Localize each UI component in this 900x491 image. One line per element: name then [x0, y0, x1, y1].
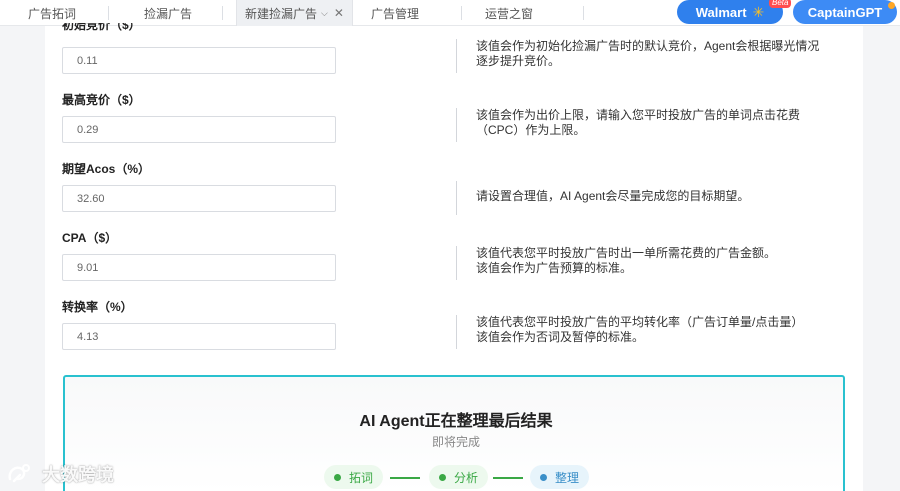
tab-label: 广告管理 — [371, 6, 420, 21]
ai-progress-panel: AI Agent正在整理最后结果 即将完成 拓词 分析 整理 — [63, 375, 845, 491]
step-connector — [493, 477, 523, 479]
captaingpt-button[interactable]: CaptainGPT — [793, 0, 897, 24]
target-acos-input[interactable]: 32.60 — [62, 185, 336, 212]
chevron-down-icon[interactable]: ⌵ — [321, 8, 328, 19]
tab-operations-window[interactable]: 运营之窗 — [485, 0, 533, 26]
conversion-rate-label: 转换率（%） — [62, 300, 133, 314]
progress-subtitle: 即将完成 — [431, 435, 480, 449]
tab-ad-management[interactable]: 广告管理 — [371, 0, 419, 26]
walmart-label: Walmart — [695, 4, 747, 20]
conversion-rate-input[interactable]: 4.13 — [62, 323, 336, 350]
max-bid-help: 该值会作为出价上限，请输入您平时投放广告的单词点击花费 （CPC）作为上限。 — [456, 108, 856, 142]
target-acos-label: 期望Acos（%） — [62, 162, 151, 176]
tab-divider — [222, 6, 223, 20]
step-done-dot-icon — [439, 473, 446, 481]
max-bid-label: 最高竞价（$） — [62, 93, 141, 107]
step-current-dot-icon — [540, 473, 547, 481]
initial-bid-input[interactable]: 0.11 — [62, 47, 336, 74]
step-label: 整理 — [555, 470, 580, 485]
tab-new-bargain-ad[interactable]: 新建捡漏广告 ⌵ ✕ — [236, 0, 353, 26]
beta-badge: Beta — [769, 0, 792, 8]
tab-divider — [461, 6, 462, 20]
notification-dot-icon — [888, 2, 895, 9]
walmart-spark-icon: ✳ — [752, 3, 765, 20]
tab-bargain-ads[interactable]: 捡漏广告 — [144, 0, 192, 26]
step-label: 拓词 — [349, 470, 374, 485]
cpa-label: CPA（$） — [62, 231, 118, 245]
watermark-logo-icon — [8, 464, 30, 483]
step-label: 分析 — [454, 470, 479, 485]
step-analysis: 分析 — [429, 465, 489, 489]
step-done-dot-icon — [334, 473, 341, 481]
tab-label: 捡漏广告 — [144, 6, 193, 21]
max-bid-input[interactable]: 0.29 — [62, 116, 336, 143]
close-icon[interactable]: ✕ — [334, 6, 344, 20]
step-connector — [390, 477, 420, 479]
captaingpt-label: CaptainGPT — [807, 4, 883, 20]
tab-label: 运营之窗 — [485, 6, 534, 21]
initial-bid-help: 该值会作为初始化捡漏广告时的默认竞价，Agent会根据曝光情况 逐步提升竞价。 — [456, 39, 856, 73]
walmart-button[interactable]: Walmart ✳ — [677, 0, 783, 24]
step-keyword-expansion: 拓词 — [324, 465, 384, 489]
tab-label: 广告拓词 — [28, 6, 77, 21]
cpa-help: 该值代表您平时投放广告时出一单所需花费的广告金额。 该值会作为广告预算的标准。 — [456, 246, 856, 280]
cpa-input[interactable]: 9.01 — [62, 254, 336, 281]
watermark-text: 大数跨境 — [42, 465, 114, 485]
watermark: 大数跨境 — [6, 461, 114, 487]
tab-divider — [583, 6, 584, 20]
tab-divider — [108, 6, 109, 20]
tab-label: 新建捡漏广告 — [245, 6, 318, 21]
progress-title: AI Agent正在整理最后结果 — [359, 413, 553, 430]
initial-bid-label: 初始竞价（$） — [62, 23, 141, 32]
target-acos-help: 请设置合理值，AI Agent会尽量完成您的目标期望。 — [456, 181, 856, 215]
conversion-rate-help: 该值代表您平时投放广告的平均转化率（广告订单量/点击量） 该值会作为否词及暂停的标… — [456, 315, 856, 349]
step-organize: 整理 — [530, 465, 590, 489]
